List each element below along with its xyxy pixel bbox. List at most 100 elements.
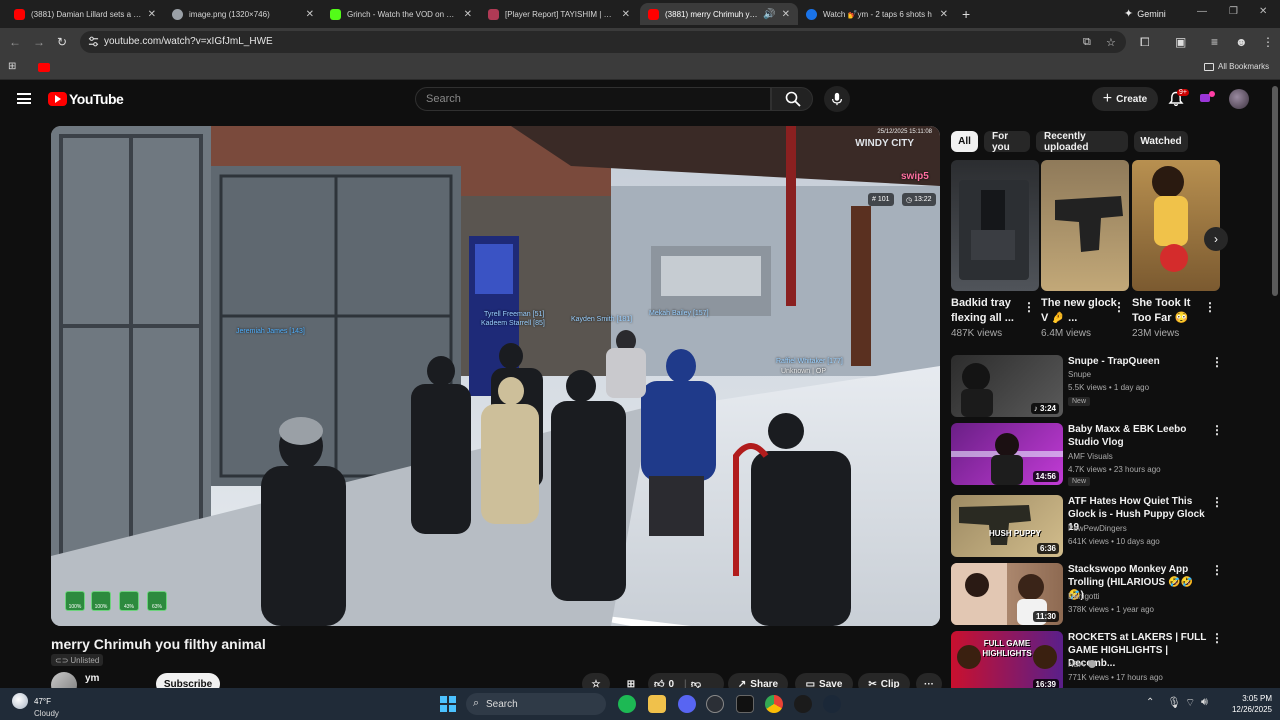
close-icon[interactable]: ✕ [148, 9, 156, 20]
system-clock[interactable]: 3:05 PM 12/26/2025 [1220, 693, 1272, 715]
account-avatar[interactable] [1229, 89, 1249, 109]
close-icon[interactable]: ✕ [464, 9, 472, 20]
more-vertical-icon[interactable]: ⋮ [1211, 631, 1223, 645]
video-thumbnail[interactable]: HUSH PUPPY 6:36 [951, 495, 1063, 557]
video-thumbnail[interactable]: FULL GAME HIGHLIGHTS 16:39 [951, 631, 1063, 693]
short-thumbnail[interactable] [951, 160, 1039, 291]
recommendation-item[interactable]: 14:56 Baby Maxx & EBK Leebo Studio Vlog … [951, 423, 1223, 486]
microphone-tray-icon[interactable]: 🎙︎ [1167, 696, 1181, 709]
close-icon[interactable]: ✕ [782, 9, 790, 20]
recommendation-title[interactable]: Snupe - TrapQueen [1068, 355, 1208, 368]
recommendation-channel[interactable]: Snupe [1068, 370, 1091, 379]
recommendation-item[interactable]: FULL GAME HIGHLIGHTS 16:39 ROCKETS at LA… [951, 631, 1223, 693]
install-app-icon[interactable]: ⧉ [1083, 36, 1091, 49]
window-close-icon[interactable]: ✕ [1259, 6, 1267, 17]
obs-icon[interactable] [706, 695, 724, 713]
minimize-icon[interactable]: — [1197, 6, 1207, 17]
more-vertical-icon[interactable]: ⋮ [1211, 423, 1223, 437]
short-title[interactable]: Badkid tray flexing all ... [951, 296, 1027, 326]
video-thumbnail[interactable]: 11:30 [951, 563, 1063, 625]
browser-tab[interactable]: [Player Report] TAYISHIM | Wind ✕ [480, 3, 638, 25]
short-title[interactable]: She Took It Too Far 😳 [1132, 296, 1208, 326]
chevron-right-icon[interactable]: › [1204, 227, 1228, 251]
reload-icon[interactable]: ↻ [57, 35, 67, 49]
chip-recently-uploaded[interactable]: Recently uploaded [1036, 131, 1128, 153]
close-icon[interactable]: ✕ [940, 9, 948, 20]
more-vertical-icon[interactable]: ⋮ [1211, 495, 1223, 509]
apps-grid-icon[interactable]: ⊞ [8, 61, 16, 72]
premium-icon[interactable] [1199, 90, 1215, 106]
speaker-icon[interactable]: 🔊 [763, 9, 775, 20]
recommendation-title[interactable]: Baby Maxx & EBK Leebo Studio Vlog [1068, 423, 1208, 449]
profile-icon[interactable]: ☻ [1235, 35, 1248, 49]
create-button[interactable]: + Create [1092, 87, 1158, 111]
chip-all[interactable]: All [951, 131, 978, 152]
browser-tab[interactable]: image.png (1320×746) ✕ [164, 3, 322, 25]
browser-tab[interactable]: Watch 💅ym - 2 taps 6 shots h ✕ [798, 3, 956, 25]
recommendation-item[interactable]: HUSH PUPPY 6:36 ATF Hates How Quiet This… [951, 495, 1223, 557]
g-hub-icon[interactable] [794, 695, 812, 713]
steam-icon[interactable] [823, 695, 841, 713]
url-text: youtube.com/watch?v=xIGfJmL_HWE [104, 36, 273, 47]
hamburger-menu-icon[interactable] [17, 93, 31, 104]
browser-tab[interactable]: Grinch - Watch the VOD on Kick ✕ [322, 3, 480, 25]
short-title[interactable]: The new glock V 🤌 ... [1041, 296, 1117, 326]
wifi-icon[interactable]: ⌔ [1185, 696, 1195, 710]
search-input[interactable] [416, 88, 770, 110]
youtube-bookmark-icon[interactable] [38, 63, 50, 72]
address-bar[interactable]: youtube.com/watch?v=xIGfJmL_HWE ⧉ ☆ [80, 31, 1126, 53]
close-icon[interactable]: ✕ [306, 9, 314, 20]
chip-watched[interactable]: Watched [1134, 131, 1188, 152]
taskbar-search[interactable]: ⌕ Search [466, 693, 606, 715]
video-player[interactable]: Tyrell Freeman [51] Kadeem Starrell [85]… [51, 126, 940, 626]
browser-tab[interactable]: (3881) Damian Lillard sets a NE ✕ [6, 3, 164, 25]
bookmark-star-icon[interactable]: ☆ [1106, 36, 1116, 49]
voice-search-button[interactable] [824, 86, 850, 112]
channel-name[interactable]: ym [85, 673, 99, 684]
chrome-icon[interactable] [765, 695, 783, 713]
restore-icon[interactable]: ❐ [1229, 6, 1238, 17]
video-thumbnail[interactable]: 14:56 [951, 423, 1063, 485]
gemini-button[interactable]: ✦ Gemini [1124, 7, 1166, 20]
more-vertical-icon[interactable]: ⋮ [1023, 300, 1035, 314]
page-scrollbar[interactable] [1272, 86, 1278, 296]
recommendation-meta: 641K views • 10 days ago [1068, 537, 1160, 546]
file-explorer-icon[interactable] [648, 695, 666, 713]
chevron-up-icon[interactable]: ⌃ [1146, 697, 1154, 708]
globe-icon [172, 8, 183, 20]
windows-start-icon[interactable] [440, 696, 456, 712]
back-icon[interactable]: ← [9, 35, 21, 49]
site-info-icon[interactable] [88, 36, 99, 47]
forward-icon[interactable]: → [33, 35, 45, 49]
video-thumbnail[interactable]: ♪ 3:24 [951, 355, 1063, 417]
volume-icon[interactable]: 🔊︎ [1201, 696, 1208, 709]
epic-games-icon[interactable] [736, 695, 754, 713]
youtube-logo[interactable]: YouTube [48, 91, 124, 107]
more-vertical-icon[interactable]: ⋮ [1211, 563, 1223, 577]
browser-tab-active[interactable]: (3881) merry Chrimuh you f 🔊 ✕ [640, 3, 798, 25]
extensions-icon[interactable]: ⧠ [1140, 35, 1150, 50]
chip-for-you[interactable]: For you [984, 131, 1030, 153]
short-thumbnail[interactable] [1132, 160, 1220, 291]
weather-condition: Cloudy [34, 709, 59, 718]
folder-icon [1204, 62, 1214, 71]
search-button[interactable] [771, 87, 813, 111]
menu-icon[interactable]: ⋮ [1262, 35, 1274, 49]
more-vertical-icon[interactable]: ⋮ [1113, 300, 1125, 314]
recommendation-item[interactable]: 11:30 Stackswopo Monkey App Trolling (HI… [951, 563, 1223, 625]
discord-icon[interactable] [678, 695, 696, 713]
recommendation-item[interactable]: ♪ 3:24 Snupe - TrapQueen Snupe 5.5K view… [951, 355, 1223, 417]
recommendation-channel[interactable]: PewPewDingers [1068, 524, 1127, 533]
recommendation-channel[interactable]: AMF Visuals [1068, 452, 1113, 461]
all-bookmarks-button[interactable]: All Bookmarks [1204, 62, 1269, 71]
more-vertical-icon[interactable]: ⋮ [1211, 355, 1223, 369]
more-vertical-icon[interactable]: ⋮ [1204, 300, 1216, 314]
short-thumbnail[interactable] [1041, 160, 1129, 291]
split-view-icon[interactable]: ▣ [1175, 35, 1186, 49]
recommendation-channel[interactable]: Danigotti [1068, 592, 1100, 601]
recommendation-channel[interactable]: NBA [1068, 660, 1097, 669]
close-icon[interactable]: ✕ [622, 9, 630, 20]
spotify-icon[interactable] [618, 695, 636, 713]
reading-list-icon[interactable]: ≡ [1211, 35, 1218, 49]
new-tab-button[interactable]: + [962, 6, 970, 22]
